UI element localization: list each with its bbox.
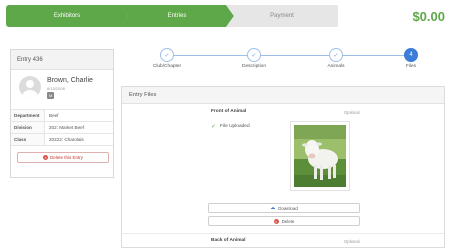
detail-label: Department — [11, 110, 45, 121]
download-button[interactable]: ☁ Download — [208, 203, 360, 213]
detail-value: Beef — [49, 113, 59, 118]
progress-label-club: Club/Chapter — [152, 64, 182, 69]
progress-step-files[interactable]: 4 — [404, 48, 418, 62]
detail-value: 20222: Charolais — [49, 137, 84, 142]
gender-badge: M — [47, 92, 55, 99]
close-circle-icon: × — [42, 155, 48, 160]
progress-step-animals[interactable]: ✓ — [329, 48, 343, 62]
progress-step-club[interactable]: ✓ — [160, 48, 174, 62]
entry-files-panel: Entry Files Front of Animal Optional ✓ F… — [121, 86, 445, 248]
back-optional-tag: Optional — [344, 239, 360, 244]
upload-status: ✓ File Uploaded — [211, 123, 250, 130]
upload-status-label: File Uploaded — [220, 124, 250, 129]
check-icon: ✓ — [333, 52, 339, 59]
check-icon: ✓ — [211, 124, 217, 130]
close-circle-icon: × — [273, 218, 279, 224]
progress-track — [167, 55, 414, 56]
progress-label-files: Files — [405, 64, 417, 69]
check-icon: ✓ — [251, 52, 257, 59]
front-optional-tag: Optional — [344, 110, 360, 115]
check-icon: ✓ — [164, 52, 170, 59]
delete-file-button[interactable]: × Delete — [208, 216, 360, 226]
panel-title: Entry Files — [122, 87, 444, 104]
cart-total: $0.00 — [412, 8, 445, 24]
progress-step-description[interactable]: ✓ — [247, 48, 261, 62]
exhibitor-profile: Brown, Charlie 8/13/2008 M — [11, 70, 113, 110]
cow-photo — [294, 125, 346, 187]
detail-value: 202: Market Beef — [49, 125, 84, 130]
animal-photo-thumbnail[interactable] — [290, 121, 350, 191]
entry-card: Entry 436 Brown, Charlie 8/13/2008 M Dep… — [10, 49, 114, 178]
detail-row-department: Department Beef — [11, 110, 113, 122]
delete-file-label: Delete — [281, 218, 295, 224]
step-exhibitors[interactable]: Exhibitors — [6, 5, 128, 27]
detail-row-division: Division 202: Market Beef — [11, 122, 113, 134]
step-entries-label: Entries — [167, 13, 187, 19]
delete-entry-label: Delete this Entry — [49, 155, 83, 160]
checkout-stepper: Exhibitors Entries Payment $0.00 — [0, 0, 451, 34]
avatar — [19, 76, 41, 98]
progress-label-description: Description — [242, 64, 266, 69]
front-file-title: Front of Animal — [211, 109, 247, 114]
exhibitor-name: Brown, Charlie — [47, 77, 93, 84]
delete-entry-button[interactable]: × Delete this Entry — [17, 152, 109, 163]
progress-label-animals: Animals — [327, 64, 345, 69]
download-label: Download — [278, 205, 298, 211]
step-number: 4 — [409, 52, 413, 58]
step-payment-label: Payment — [270, 13, 294, 19]
back-file-title: Back of Animal — [211, 238, 246, 243]
step-entries[interactable]: Entries — [120, 5, 234, 27]
detail-label: Class — [11, 134, 45, 145]
cow-image — [294, 125, 346, 187]
cloud-download-icon: ☁ — [270, 205, 276, 211]
step-exhibitors-label: Exhibitors — [53, 13, 81, 19]
exhibitor-dob: 8/13/2008 — [47, 86, 65, 91]
divider — [122, 233, 444, 234]
step-payment[interactable]: Payment — [226, 5, 338, 27]
entry-number: Entry 436 — [11, 50, 113, 70]
detail-label: Division — [11, 122, 45, 133]
detail-row-class: Class 20222: Charolais — [11, 134, 113, 146]
